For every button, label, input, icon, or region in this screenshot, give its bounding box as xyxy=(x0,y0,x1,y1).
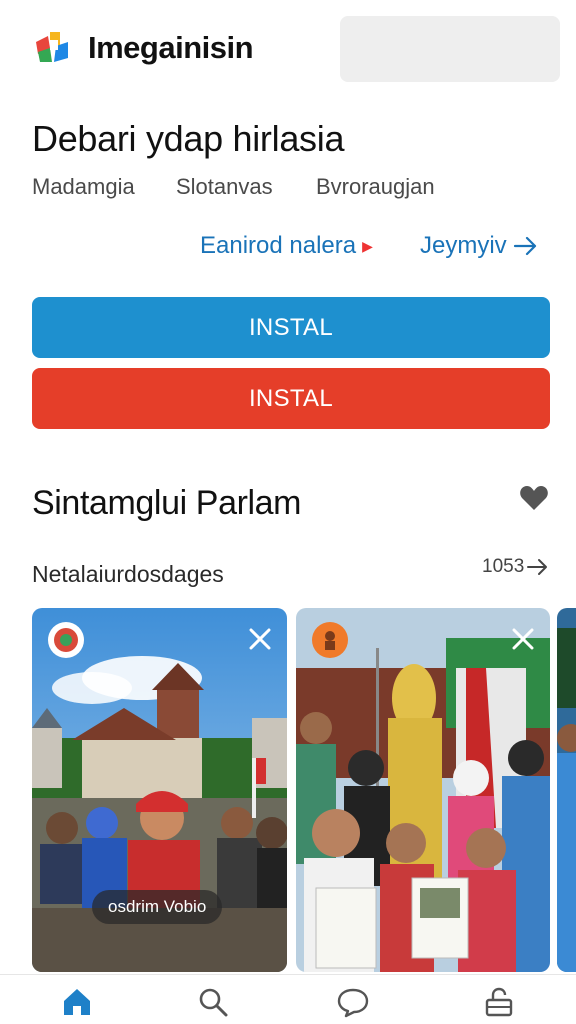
app-name: Imegainisin xyxy=(88,30,254,65)
app-logo-icon[interactable] xyxy=(34,28,72,66)
link-more[interactable]: Jeymyiv xyxy=(420,232,539,260)
arrow-right-icon xyxy=(513,236,536,256)
bottom-navigation xyxy=(0,974,576,1024)
install-button-secondary[interactable]: INSTAL xyxy=(32,368,550,429)
lock-icon[interactable] xyxy=(482,985,516,1019)
meta-info: Bvroraugjan xyxy=(316,174,435,199)
close-icon[interactable] xyxy=(510,626,536,652)
arrow-right-icon: ▶ xyxy=(362,237,373,254)
card-photo-partial xyxy=(557,608,576,972)
app-badge-icon xyxy=(312,622,348,658)
meta-category: Slotanvas xyxy=(176,174,273,199)
screenshot-card[interactable] xyxy=(296,608,550,972)
see-all-count[interactable]: 1053 xyxy=(482,556,550,578)
chat-icon[interactable] xyxy=(336,985,370,1019)
count-label: 1053 xyxy=(482,556,525,577)
app-badge-icon xyxy=(48,622,84,658)
listing-title: Debari ydap hirlasia xyxy=(32,118,345,159)
close-icon[interactable] xyxy=(247,626,273,652)
screenshot-card[interactable] xyxy=(557,608,576,972)
arrow-right-icon xyxy=(527,559,548,575)
screenshot-card[interactable]: osdrim Vobio xyxy=(32,608,287,972)
install-button-primary[interactable]: INSTAL xyxy=(32,297,550,358)
video-label[interactable]: osdrim Vobio xyxy=(92,890,223,924)
section-subtitle: Netalaiurdosdages xyxy=(32,561,224,587)
header-search-placeholder[interactable] xyxy=(340,16,560,82)
section-title: Sintamglui Parlam xyxy=(32,484,302,522)
search-icon[interactable] xyxy=(196,985,230,1019)
home-icon[interactable] xyxy=(60,985,94,1019)
link-details-label: Eanirod nalera xyxy=(200,232,357,259)
meta-developer: Madamgia xyxy=(32,174,135,199)
link-details[interactable]: Eanirod nalera ▶ xyxy=(200,232,373,260)
heart-icon[interactable] xyxy=(518,482,550,514)
link-more-label: Jeymyiv xyxy=(420,232,507,259)
card-photo-community-group xyxy=(296,608,550,972)
app-header: Imegainisin xyxy=(0,0,576,100)
